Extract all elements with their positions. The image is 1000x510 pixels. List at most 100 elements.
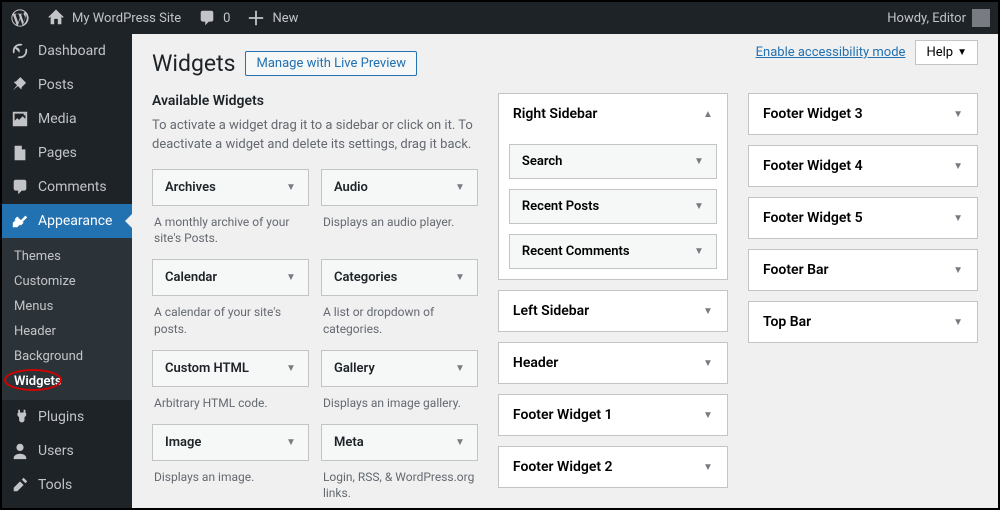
avatar (972, 9, 990, 27)
menu-tools[interactable]: Tools (2, 468, 132, 502)
area-footer-widget-1: Footer Widget 1▼ (498, 394, 728, 436)
chevron-down-icon: ▼ (286, 363, 296, 374)
new-content[interactable]: New (238, 2, 306, 34)
chevron-icon: ▼ (703, 410, 713, 421)
area-header[interactable]: Right Sidebar▲ (499, 94, 727, 134)
chevron-down-icon: ▼ (286, 272, 296, 283)
menu-plugins[interactable]: Plugins (2, 400, 132, 434)
area-header[interactable]: Footer Bar▼ (749, 250, 977, 290)
area-top-bar: Top Bar▼ (748, 301, 978, 343)
chevron-icon: ▼ (703, 306, 713, 317)
media-icon (10, 110, 30, 128)
area-right-sidebar: Right Sidebar▲ Search▼ Recent Posts▼ Recent… (498, 93, 728, 280)
area-header[interactable]: Footer Widget 5▼ (749, 198, 977, 238)
dashboard-icon (10, 42, 30, 60)
chevron-down-icon: ▼ (286, 182, 296, 193)
howdy: Howdy, Editor (887, 11, 966, 26)
area-header[interactable]: Footer Widget 1▼ (499, 395, 727, 435)
placed-widget[interactable]: Recent Posts▼ (509, 189, 717, 224)
tools-icon (10, 476, 30, 494)
widget-description: Login, RSS, & WordPress.org links. (321, 461, 478, 503)
widget-archives[interactable]: Archives▼ (152, 169, 309, 206)
chevron-icon: ▼ (953, 213, 963, 224)
live-preview-button[interactable]: Manage with Live Preview (245, 51, 417, 76)
appearance-icon (10, 212, 30, 230)
area-header[interactable]: Footer Widget 2▼ (499, 447, 727, 487)
widget-description: Arbitrary HTML code. (152, 387, 309, 412)
widget-areas-column-1: Right Sidebar▲ Search▼ Recent Posts▼ Recent… (498, 93, 728, 508)
area-footer-widget-2: Footer Widget 2▼ (498, 446, 728, 488)
site-name[interactable]: My WordPress Site (38, 2, 189, 34)
chevron-down-icon: ▼ (455, 272, 465, 283)
chevron-down-icon: ▼ (694, 246, 704, 257)
site-title: My WordPress Site (72, 11, 181, 26)
widget-audio[interactable]: Audio▼ (321, 169, 478, 206)
area-header[interactable]: Header▼ (499, 343, 727, 383)
submenu-header[interactable]: Header (2, 319, 132, 344)
area-header[interactable]: Footer Widget 4▼ (749, 146, 977, 186)
comment-icon (197, 9, 217, 27)
pin-icon (10, 76, 30, 94)
menu-appearance[interactable]: Appearance (2, 204, 132, 238)
placed-widget[interactable]: Recent Comments▼ (509, 234, 717, 269)
widget-custom-html[interactable]: Custom HTML▼ (152, 350, 309, 387)
area-header: Header▼ (498, 342, 728, 384)
help-button[interactable]: Help▼ (915, 40, 978, 65)
chevron-down-icon: ▼ (957, 47, 967, 58)
widget-areas-column-2: Footer Widget 3▼ Footer Widget 4▼ Footer W… (748, 93, 978, 508)
widget-description: Displays an image. (152, 461, 309, 486)
menu-posts[interactable]: Posts (2, 68, 132, 102)
users-icon (10, 442, 30, 460)
chevron-down-icon: ▼ (286, 437, 296, 448)
chevron-down-icon: ▼ (694, 156, 704, 167)
menu-settings[interactable]: Settings (2, 502, 132, 508)
chevron-down-icon: ▼ (455, 363, 465, 374)
widget-categories[interactable]: Categories▼ (321, 259, 478, 296)
chevron-icon: ▼ (953, 109, 963, 120)
plugins-icon (10, 408, 30, 426)
widget-gallery[interactable]: Gallery▼ (321, 350, 478, 387)
chevron-icon: ▼ (703, 462, 713, 473)
area-body: Search▼ Recent Posts▼ Recent Comments▼ (499, 144, 727, 279)
widget-image[interactable]: Image▼ (152, 424, 309, 461)
available-desc: To activate a widget drag it to a sideba… (152, 117, 478, 155)
admin-bar: My WordPress Site 0 New Howdy, Editor (2, 2, 998, 34)
submenu-customize[interactable]: Customize (2, 269, 132, 294)
menu-users[interactable]: Users (2, 434, 132, 468)
placed-widget[interactable]: Search▼ (509, 144, 717, 179)
widget-description: A list or dropdown of categories. (321, 296, 478, 338)
comments[interactable]: 0 (189, 2, 238, 34)
area-header[interactable]: Left Sidebar▼ (499, 291, 727, 331)
plus-icon (246, 9, 266, 27)
chevron-down-icon: ▼ (455, 182, 465, 193)
pages-icon (10, 144, 30, 162)
menu-pages[interactable]: Pages (2, 136, 132, 170)
menu-media[interactable]: Media (2, 102, 132, 136)
area-footer-bar: Footer Bar▼ (748, 249, 978, 291)
chevron-down-icon: ▼ (694, 201, 704, 212)
widget-description: Displays an audio player. (321, 206, 478, 231)
available-widgets-column: Available Widgets To activate a widget d… (152, 93, 478, 508)
widget-description: Displays an image gallery. (321, 387, 478, 412)
submenu-themes[interactable]: Themes (2, 244, 132, 269)
admin-sidebar: DashboardPostsMediaPagesCommentsAppearan… (2, 34, 132, 508)
home-icon (46, 9, 66, 27)
my-account[interactable]: Howdy, Editor (879, 2, 998, 34)
chevron-icon: ▼ (953, 161, 963, 172)
submenu-background[interactable]: Background (2, 344, 132, 369)
accessibility-link[interactable]: Enable accessibility mode (756, 45, 906, 60)
area-header[interactable]: Footer Widget 3▼ (749, 94, 977, 134)
widget-calendar[interactable]: Calendar▼ (152, 259, 309, 296)
menu-comments[interactable]: Comments (2, 170, 132, 204)
area-left-sidebar: Left Sidebar▼ (498, 290, 728, 332)
wp-logo[interactable] (2, 2, 38, 34)
widget-meta[interactable]: Meta▼ (321, 424, 478, 461)
area-header[interactable]: Top Bar▼ (749, 302, 977, 342)
submenu-menus[interactable]: Menus (2, 294, 132, 319)
chevron-icon: ▼ (953, 317, 963, 328)
page-title: Widgets (152, 50, 235, 77)
area-footer-widget-5: Footer Widget 5▼ (748, 197, 978, 239)
menu-dashboard[interactable]: Dashboard (2, 34, 132, 68)
submenu-widgets[interactable]: Widgets (2, 369, 132, 394)
comment-count: 0 (223, 11, 230, 26)
